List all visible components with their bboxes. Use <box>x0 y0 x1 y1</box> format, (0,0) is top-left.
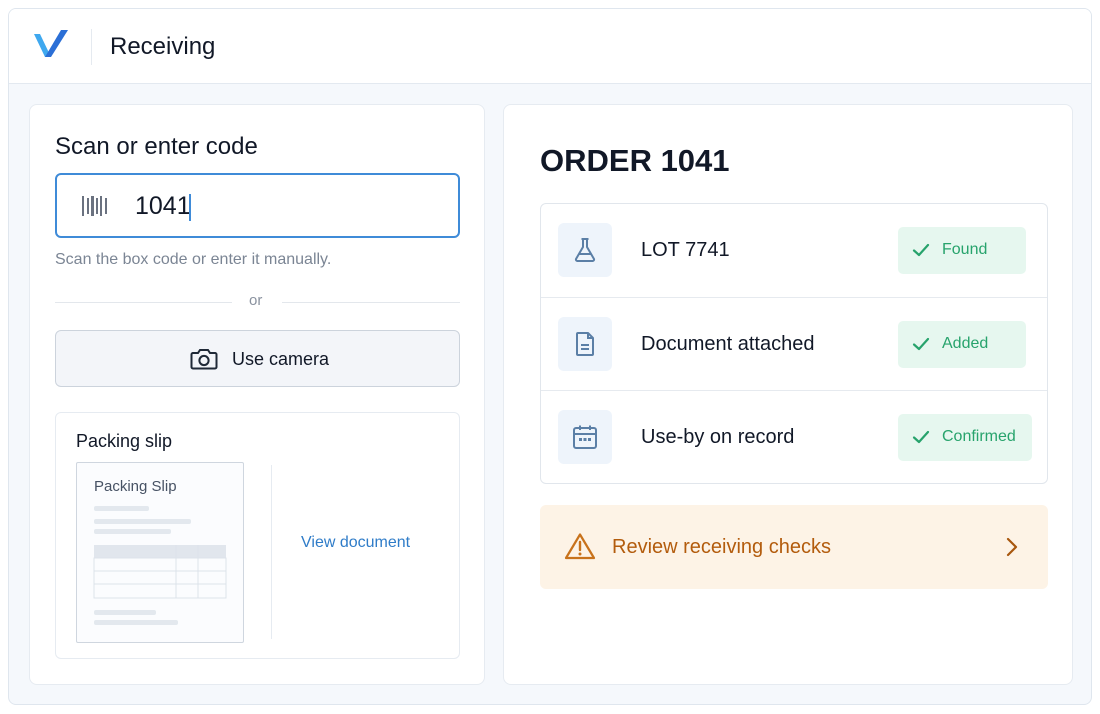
slip-divider <box>271 465 272 639</box>
check-row-document: Document attached Added <box>541 297 1047 390</box>
barcode-icon <box>82 196 107 216</box>
review-checks-banner[interactable]: Review receiving checks <box>540 505 1048 589</box>
status-text: Confirmed <box>942 428 1016 445</box>
row-icon-container <box>558 317 612 371</box>
check-label: Use-by on record <box>641 426 795 448</box>
use-camera-button[interactable]: Use camera <box>55 330 460 387</box>
check-row-lot: LOT 7741 Found <box>541 204 1047 297</box>
packing-slip-card: Packing slip Packing Slip View document <box>55 412 460 659</box>
status-badge: Added <box>898 321 1026 368</box>
camera-icon <box>190 349 218 370</box>
scan-title: Scan or enter code <box>55 133 258 160</box>
header-divider <box>91 29 92 65</box>
or-divider-right <box>282 302 460 303</box>
check-icon <box>912 337 930 351</box>
or-text: or <box>249 292 263 309</box>
row-icon-container <box>558 223 612 277</box>
flask-icon <box>574 238 596 262</box>
text-caret <box>189 194 191 221</box>
scan-panel: Scan or enter code Scan the box code or … <box>29 104 485 685</box>
view-document-link[interactable]: View document <box>301 534 410 552</box>
check-icon <box>912 430 930 444</box>
use-camera-label: Use camera <box>232 349 330 369</box>
review-checks-text: Review receiving checks <box>612 536 831 558</box>
scan-helper-text: Scan the box code or enter it manually. <box>55 251 332 268</box>
code-input[interactable] <box>135 187 435 225</box>
document-icon <box>576 332 594 356</box>
chevron-right-icon <box>1006 537 1018 557</box>
thumbnail-title: Packing Slip <box>94 478 177 495</box>
warning-icon <box>564 533 596 560</box>
receiving-window: Receiving Scan or enter code Scan the bo… <box>8 8 1092 705</box>
packing-slip-title: Packing slip <box>76 431 173 451</box>
order-panel: ORDER 1041 LOT 7741 Found Document attac… <box>503 104 1073 685</box>
check-label: Document attached <box>641 333 815 355</box>
v-logo-icon[interactable] <box>32 27 70 63</box>
check-label: LOT 7741 <box>641 239 730 261</box>
or-divider-left <box>55 302 232 303</box>
packing-slip-thumbnail[interactable]: Packing Slip <box>76 462 244 643</box>
status-text: Found <box>942 241 988 258</box>
order-title: ORDER 1041 <box>540 143 730 178</box>
check-row-use-by: Use-by on record Confirmed <box>541 390 1047 483</box>
code-input-container[interactable] <box>55 173 460 238</box>
page-title: Receiving <box>110 33 216 60</box>
check-list: LOT 7741 Found Document attached Added U… <box>540 203 1048 484</box>
row-icon-container <box>558 410 612 464</box>
status-badge: Confirmed <box>898 414 1032 461</box>
status-text: Added <box>942 335 989 352</box>
status-badge: Found <box>898 227 1026 274</box>
check-icon <box>912 243 930 257</box>
calendar-icon <box>573 425 597 449</box>
app-header: Receiving <box>9 9 1091 84</box>
